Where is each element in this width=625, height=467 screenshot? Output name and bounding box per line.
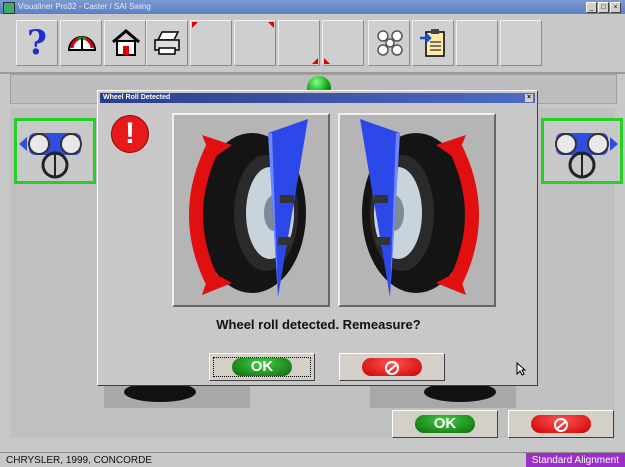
wheel-roll-illustration: [340, 115, 494, 305]
help-icon: ?: [27, 23, 47, 63]
ok-pill: OK: [232, 358, 292, 376]
wheel-roll-image-right: [338, 113, 496, 307]
toolbar-slot-3[interactable]: [278, 20, 320, 66]
cancel-pill: [362, 358, 422, 376]
dialog-title: Wheel Roll Detected: [103, 94, 171, 101]
home-icon: [112, 29, 140, 56]
print-button[interactable]: [146, 20, 188, 66]
wheel-roll-illustration: [174, 115, 328, 305]
right-axle-panel[interactable]: [541, 118, 623, 184]
app-icon: [3, 2, 15, 14]
settings-button[interactable]: [368, 20, 410, 66]
printer-icon: [154, 31, 180, 55]
dialog-close-button[interactable]: ×: [525, 94, 533, 102]
dialog-cancel-button[interactable]: [339, 353, 445, 381]
ok-pill: OK: [415, 415, 475, 433]
status-bar: CHRYSLER, 1999, CONCORDE Standard Alignm…: [0, 452, 625, 467]
vehicle-info: CHRYSLER, 1999, CONCORDE: [6, 455, 152, 466]
app-window: Visualiner Pro32 - Caster / SAI Swing _ …: [0, 0, 625, 467]
steering-axle-icon: [555, 133, 618, 179]
corner-indicator: [324, 58, 330, 64]
tire-shadows: [104, 384, 516, 408]
molecule-settings-icon: [377, 30, 403, 56]
dialog-message: Wheel roll detected. Remeasure?: [216, 317, 421, 332]
steering-axle-icon: [19, 133, 82, 179]
dialog-ok-button[interactable]: OK: [209, 353, 315, 381]
gauge-button[interactable]: [60, 20, 102, 66]
footer-ok-button[interactable]: OK: [392, 410, 498, 438]
window-title: Visualiner Pro32 - Caster / SAI Swing: [18, 2, 151, 11]
clipboard-button[interactable]: [412, 20, 454, 66]
help-button[interactable]: ?: [16, 20, 58, 66]
dialog-titlebar[interactable]: Wheel Roll Detected ×: [100, 93, 535, 103]
mouse-cursor-icon: [516, 362, 526, 376]
toolbar-slot-1[interactable]: [190, 20, 232, 66]
toolbar: ?: [0, 14, 625, 74]
footer-cancel-button[interactable]: [508, 410, 614, 438]
no-entry-icon: [554, 418, 568, 432]
minimize-button[interactable]: _: [586, 2, 597, 13]
cancel-pill: [531, 415, 591, 433]
corner-indicator: [268, 22, 274, 28]
corner-indicator: [192, 22, 198, 28]
toolbar-slot-2[interactable]: [234, 20, 276, 66]
toolbar-slot-5[interactable]: [456, 20, 498, 66]
wheel-roll-dialog: Wheel Roll Detected × ! Wheel roll detec…: [97, 90, 538, 386]
window-titlebar[interactable]: Visualiner Pro32 - Caster / SAI Swing _ …: [0, 0, 625, 14]
wheel-roll-image-left: [172, 113, 330, 307]
alignment-mode-badge[interactable]: Standard Alignment: [525, 453, 625, 467]
maximize-button[interactable]: □: [598, 2, 609, 13]
alert-icon: !: [111, 115, 149, 153]
clipboard-icon: [420, 29, 445, 57]
gauge-icon: [67, 36, 97, 51]
window-controls: _ □ ×: [586, 2, 621, 13]
toolbar-slot-6[interactable]: [500, 20, 542, 66]
corner-indicator: [312, 58, 318, 64]
home-button[interactable]: [104, 20, 146, 66]
left-axle-panel[interactable]: [14, 118, 96, 184]
toolbar-slot-4[interactable]: [322, 20, 364, 66]
no-entry-icon: [385, 361, 399, 375]
close-window-button[interactable]: ×: [610, 2, 621, 13]
